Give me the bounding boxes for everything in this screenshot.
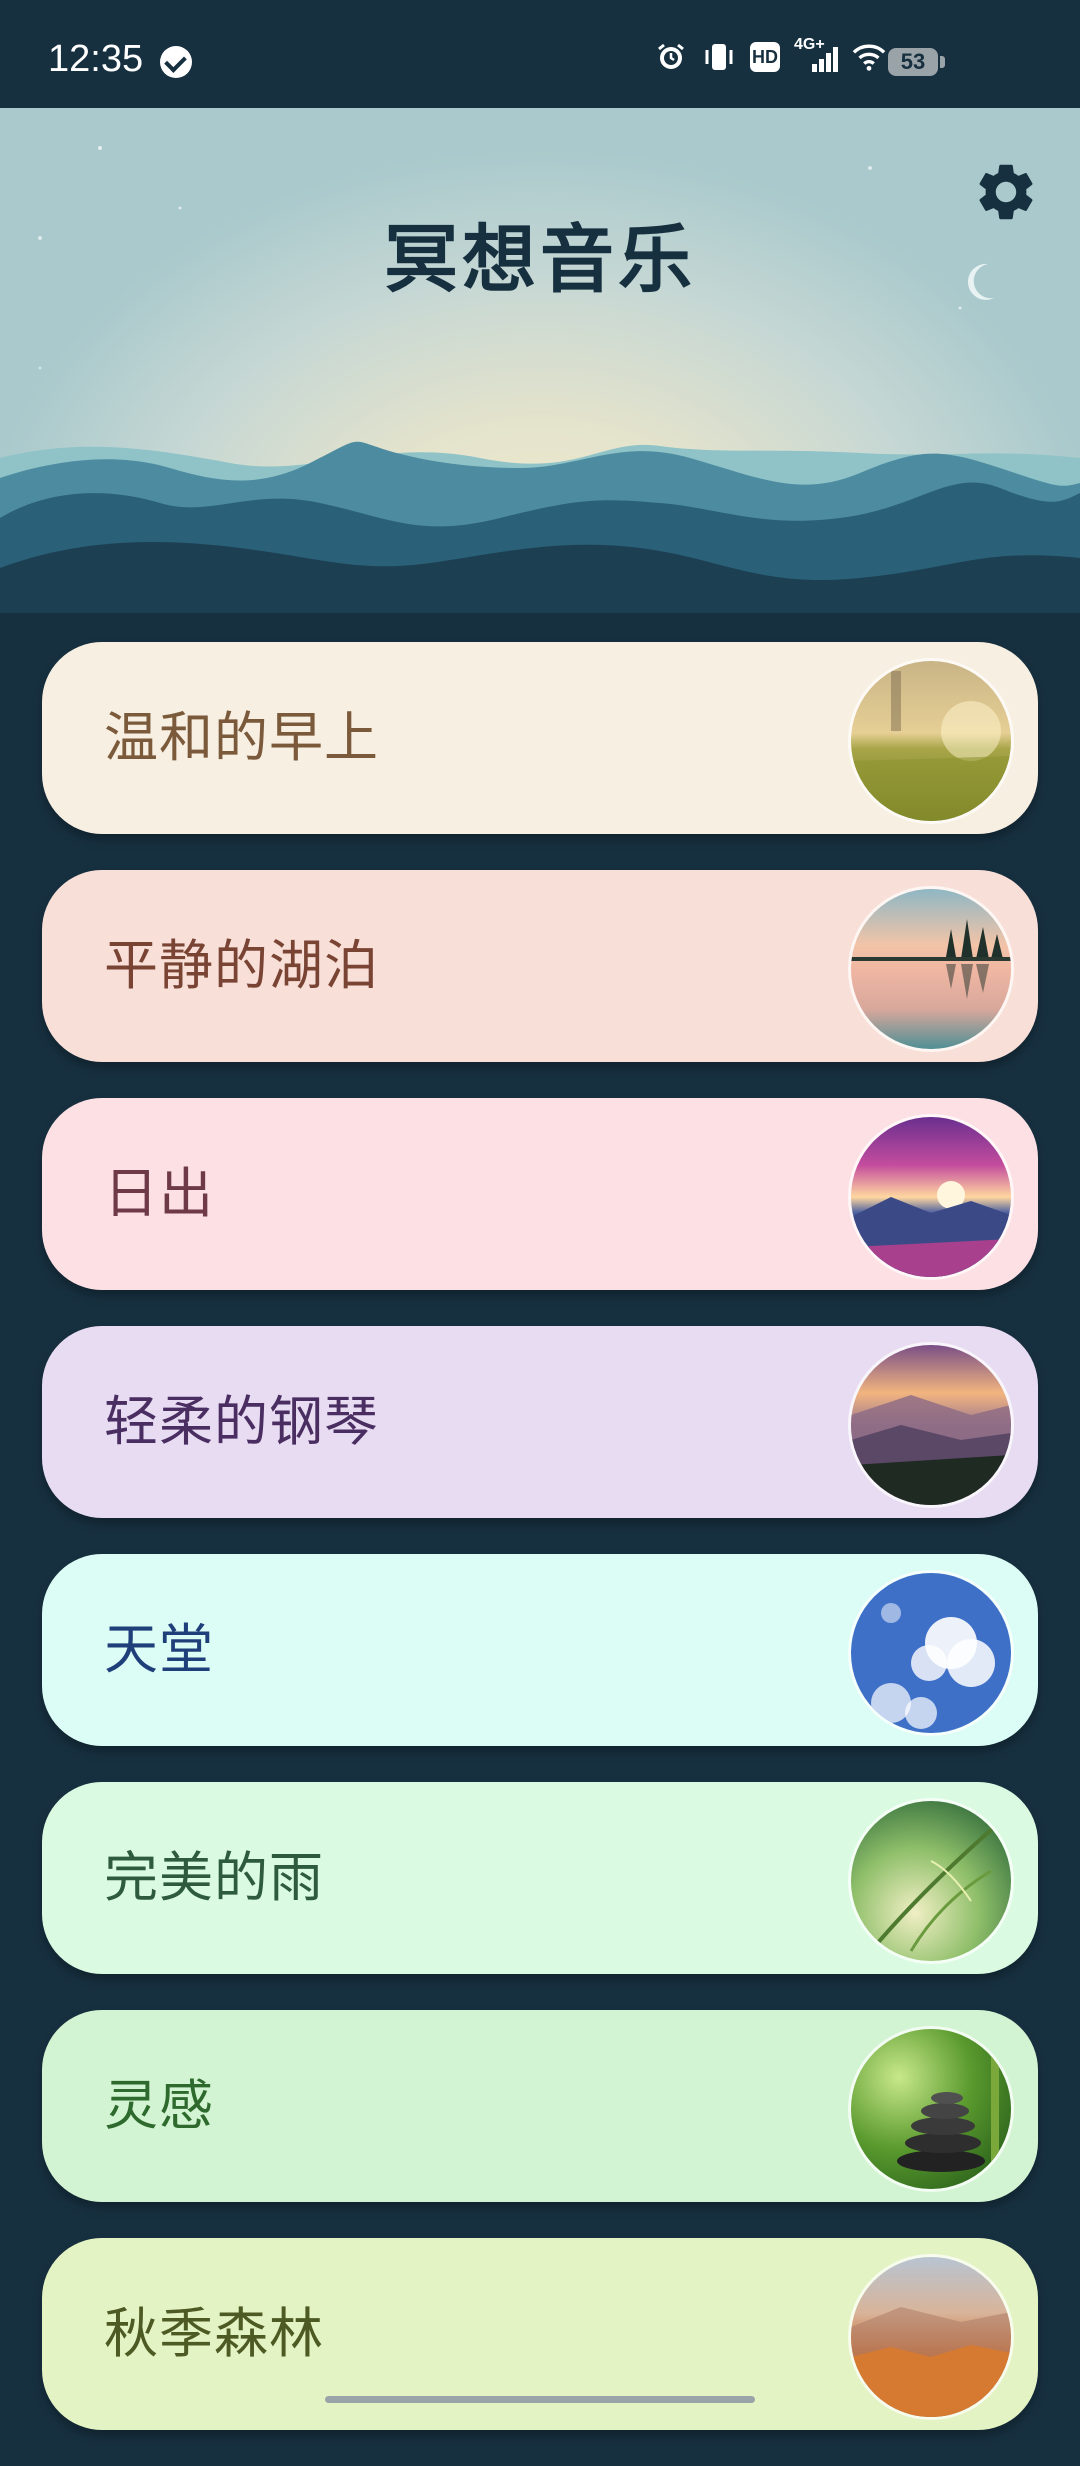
- home-indicator[interactable]: [325, 2396, 755, 2403]
- signal-icon: 4G+: [794, 36, 838, 74]
- status-bar: 12:35 HD 4G+ 53: [0, 0, 1080, 108]
- track-title: 灵感: [104, 2074, 214, 2137]
- track-title: 温和的早上: [104, 706, 379, 769]
- verified-icon: [160, 46, 192, 78]
- network-type: 4G+: [794, 36, 825, 53]
- gear-icon: [979, 164, 1033, 220]
- vibrate-icon: [702, 40, 736, 74]
- page-title: 冥想音乐: [384, 217, 696, 303]
- track-thumbnail: [848, 1570, 1014, 1736]
- track-thumbnail: [848, 2026, 1014, 2192]
- track-thumbnail: [848, 1114, 1014, 1280]
- track-thumbnail: [848, 2254, 1014, 2420]
- battery-icon: 53: [888, 48, 945, 76]
- alarm-icon: [654, 40, 688, 74]
- track-title: 天堂: [104, 1618, 214, 1681]
- track-title: 平静的湖泊: [104, 934, 379, 997]
- track-thumbnail: [848, 1798, 1014, 1964]
- clock: 12:35: [48, 38, 144, 80]
- track-card[interactable]: 天堂: [42, 1554, 1038, 1746]
- track-card[interactable]: 灵感: [42, 2010, 1038, 2202]
- hd-icon: HD: [750, 42, 780, 72]
- wifi-icon: [852, 40, 886, 74]
- track-title: 轻柔的钢琴: [104, 1390, 379, 1453]
- track-card[interactable]: 温和的早上: [42, 642, 1038, 834]
- track-card[interactable]: 完美的雨: [42, 1782, 1038, 1974]
- track-list: 温和的早上 平静的湖泊 日出 轻柔的钢琴 天堂 完美的雨 灵感 秋季森林: [42, 642, 1038, 2466]
- track-card[interactable]: 日出: [42, 1098, 1038, 1290]
- track-title: 完美的雨: [104, 1846, 324, 1909]
- mountain-landscape: [0, 146, 1080, 628]
- settings-button[interactable]: [972, 158, 1040, 226]
- header-banner: 冥想音乐: [0, 108, 1080, 628]
- track-card[interactable]: 轻柔的钢琴: [42, 1326, 1038, 1518]
- track-thumbnail: [848, 1342, 1014, 1508]
- track-title: 秋季森林: [104, 2302, 324, 2365]
- track-thumbnail: [848, 658, 1014, 824]
- track-card[interactable]: 平静的湖泊: [42, 870, 1038, 1062]
- track-title: 日出: [104, 1162, 214, 1225]
- track-thumbnail: [848, 886, 1014, 1052]
